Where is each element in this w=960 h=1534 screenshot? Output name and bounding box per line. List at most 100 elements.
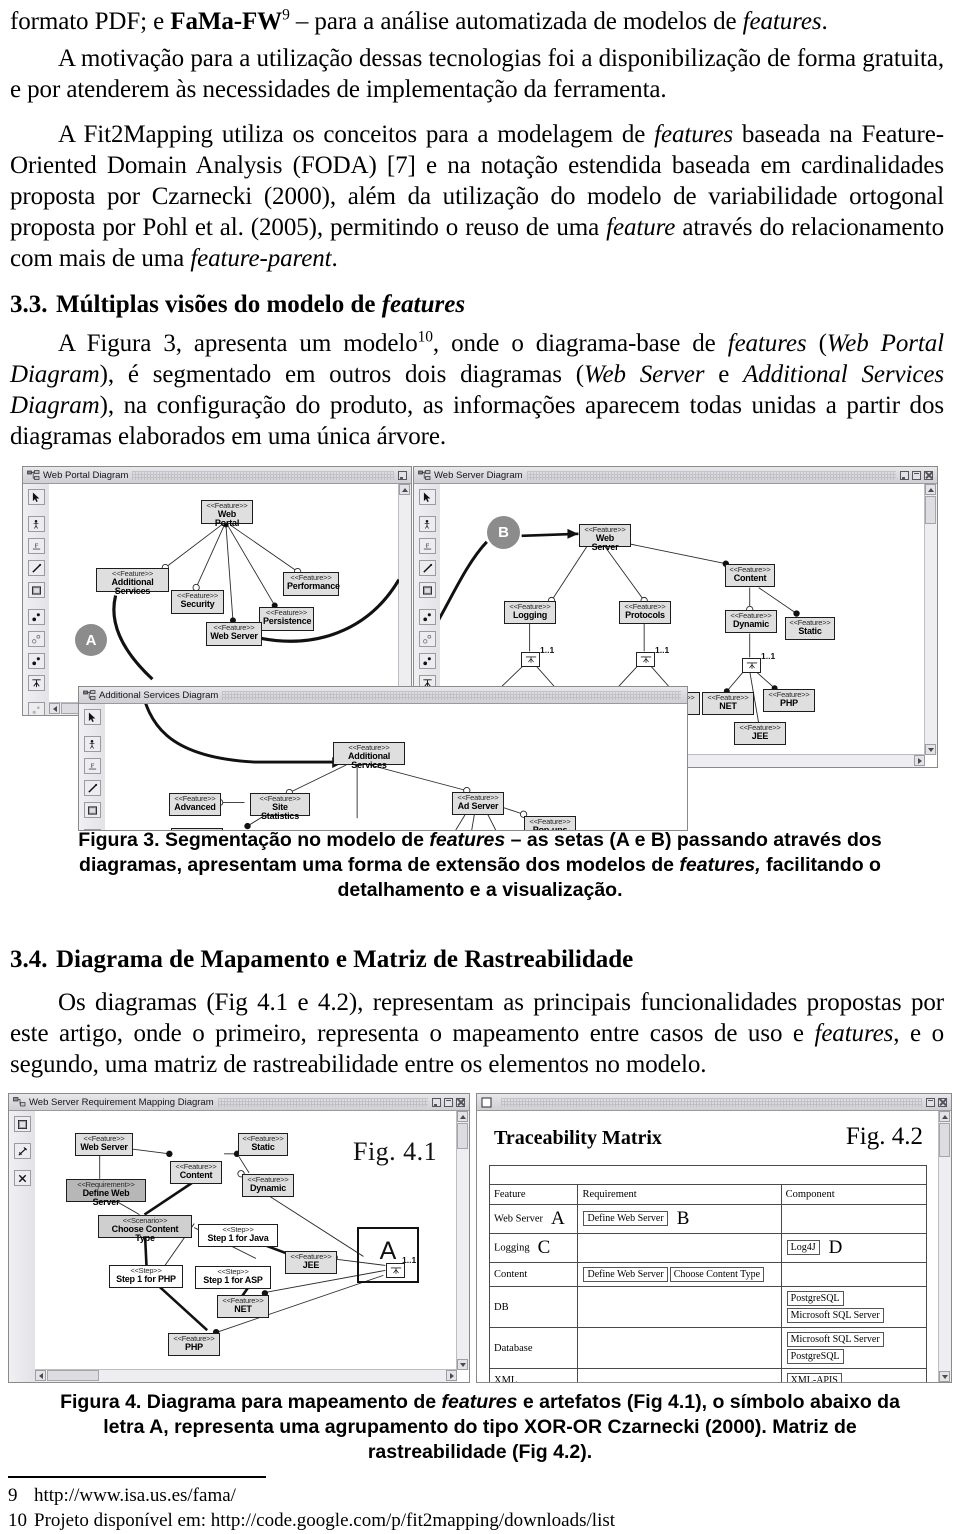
maximize-button[interactable] [912,470,921,480]
note-tool-icon[interactable] [13,1116,31,1132]
node-basic[interactable]: <<Feature>> Basic [171,828,223,830]
requirement-chip[interactable]: Define Web Server [583,1211,668,1227]
delete-tool-icon[interactable] [13,1170,31,1186]
scroll-up-button[interactable] [399,484,410,495]
line-tool-icon[interactable] [418,560,436,576]
traceability-table[interactable]: Feature Requirement Component Web Server… [488,1165,928,1382]
xor-group-protocols[interactable] [636,652,655,667]
feature-tool-icon[interactable]: F [27,538,45,554]
close-button[interactable] [938,1097,947,1107]
node-advanced[interactable]: <<Feature>> Advanced [169,793,221,816]
actor-tool-icon[interactable] [27,516,45,532]
feature-tool-icon[interactable]: F [83,758,101,774]
table-row[interactable]: Content Define Web Server Choose Content … [488,1262,928,1287]
node-php[interactable]: <<Feature>> PHP [763,689,815,712]
scroll-up-button[interactable] [939,1111,950,1122]
minimize-button[interactable] [900,470,909,480]
xor-group-icon[interactable] [27,675,45,691]
scroll-right-button[interactable] [914,755,925,766]
alternative-relation-icon[interactable] [27,653,45,669]
window-traceability-matrix[interactable]: Traceability Matrix Fig. 4.2 Feature Req… [476,1093,952,1383]
xor-group-mapping[interactable] [386,1263,405,1278]
titlebar-mapping[interactable]: Web Server Requirement Mapping Diagram [9,1094,469,1111]
node-web-portal[interactable]: <<Feature>> Web Portal [201,500,253,528]
canvas-mapping[interactable]: <<Feature>> Web Server <<Feature>> Stati… [35,1111,457,1370]
table-row[interactable]: Database Microsoft SQL Server PostgreSQL [488,1327,928,1369]
requirement-chip[interactable]: Choose Content Type [669,1267,765,1282]
minimize-button[interactable] [398,470,407,480]
group-relation-icon[interactable] [27,702,45,715]
maximize-button[interactable] [444,1097,453,1107]
select-tool-icon[interactable] [27,489,45,505]
close-button[interactable] [924,470,933,480]
titlebar-additional-services[interactable]: Additional Services Diagram [79,687,687,704]
node-map-net[interactable]: <<Feature>> NET [217,1295,269,1318]
line-tool-icon[interactable] [83,780,101,796]
window-mapping-diagram[interactable]: Web Server Requirement Mapping Diagram <… [8,1093,470,1383]
scroll-up-button[interactable] [925,484,936,495]
scroll-left-button[interactable] [49,703,60,714]
table-row[interactable]: DB PostgreSQL Microsoft SQL Server [488,1286,928,1328]
node-protocols[interactable]: <<Feature>> Protocols [619,601,671,624]
node-map-content[interactable]: <<Feature>> Content [170,1161,222,1184]
palette-mapping[interactable] [9,1111,36,1382]
canvas-additional-services[interactable]: <<Feature>> Additional Services <<Featur… [105,704,687,830]
vscrollbar-mapping[interactable] [456,1111,469,1370]
node-map-dynamic[interactable]: <<Feature>> Dynamic [242,1174,294,1197]
node-map-step1-asp[interactable]: <<Step>> Step 1 for ASP [195,1266,271,1289]
node-map-step1-java[interactable]: <<Step>> Step 1 for Java [198,1224,278,1247]
node-map-jee[interactable]: <<Feature>> JEE [285,1251,337,1274]
hscroll-thumb[interactable] [47,1370,99,1381]
node-static[interactable]: <<Feature>> Static [785,617,835,640]
node-content[interactable]: <<Feature>> Content [725,564,775,587]
optional-relation-icon[interactable] [27,631,45,647]
titlebar-traceability[interactable] [477,1094,951,1111]
node-dynamic[interactable]: <<Feature>> Dynamic [725,610,777,633]
xor-group-logging[interactable] [521,652,540,667]
actor-tool-icon[interactable] [83,736,101,752]
requirement-chip[interactable]: Define Web Server [583,1267,668,1282]
scroll-up-button[interactable] [457,1111,468,1122]
scroll-left-button[interactable] [35,1370,46,1381]
note-tool-icon[interactable] [27,582,45,598]
component-chip[interactable]: PostgreSQL [786,1291,844,1306]
select-tool-icon[interactable] [83,709,101,725]
node-additional-services[interactable]: <<Feature>> Additional Services [96,568,169,596]
vscroll-thumb[interactable] [457,1123,468,1149]
window-controls-web-server[interactable] [900,470,935,480]
table-row[interactable]: Logging C Log4J D [488,1233,928,1263]
window-controls-web-portal[interactable] [398,470,409,480]
mapping-link-tool-icon[interactable] [13,1143,31,1159]
vscrollbar-web-server[interactable] [924,484,937,755]
vscrollbar-web-portal[interactable] [398,484,411,703]
alternative-relation-icon[interactable] [418,653,436,669]
node-web-server[interactable]: <<Feature>> Web Server [206,622,262,646]
scroll-down-button[interactable] [925,744,936,755]
node-ad-server[interactable]: <<Feature>> Ad Server [452,792,504,815]
canvas-traceability[interactable]: Traceability Matrix Fig. 4.2 Feature Req… [477,1111,939,1382]
component-chip[interactable]: PostgreSQL [786,1349,844,1364]
window-web-portal-diagram[interactable]: Web Portal Diagram F <<Feature>> Web Por… [22,466,412,716]
node-performance[interactable]: <<Feature>> Performance [283,572,340,596]
titlebar-web-server[interactable]: Web Server Diagram [414,467,937,484]
component-chip[interactable]: Microsoft SQL Server [786,1308,884,1323]
window-additional-services-diagram[interactable]: Additional Services Diagram F <<Feature>… [78,686,688,831]
scroll-down-button[interactable] [939,1371,950,1382]
node-site-statistics[interactable]: <<Feature>> Site Statistics [250,793,310,821]
scroll-down-button[interactable] [457,1359,468,1370]
table-row[interactable]: XML XML-APIS [488,1368,928,1382]
component-chip[interactable]: Microsoft SQL Server [786,1332,884,1347]
node-additional-services-root[interactable]: <<Feature>> Additional Services [333,742,405,770]
component-chip[interactable]: XML-APIS [786,1373,842,1382]
node-map-static[interactable]: <<Feature>> Static [238,1133,288,1156]
close-button[interactable] [456,1097,465,1107]
select-tool-icon[interactable] [418,489,436,505]
mandatory-relation-icon[interactable] [83,829,101,830]
node-pop-ups[interactable]: <<Feature>> Pop-ups [524,816,576,830]
node-map-choose-content-type[interactable]: <<Scenario>> Choose Content Type [98,1215,192,1243]
node-map-define-web-server[interactable]: <<Requirement>> Define Web Server [66,1179,146,1207]
node-map-web-server[interactable]: <<Feature>> Web Server [75,1133,133,1156]
window-controls-mapping[interactable] [432,1097,467,1107]
node-map-php[interactable]: <<Feature>> PHP [168,1333,220,1356]
component-chip[interactable]: Log4J [786,1240,820,1256]
